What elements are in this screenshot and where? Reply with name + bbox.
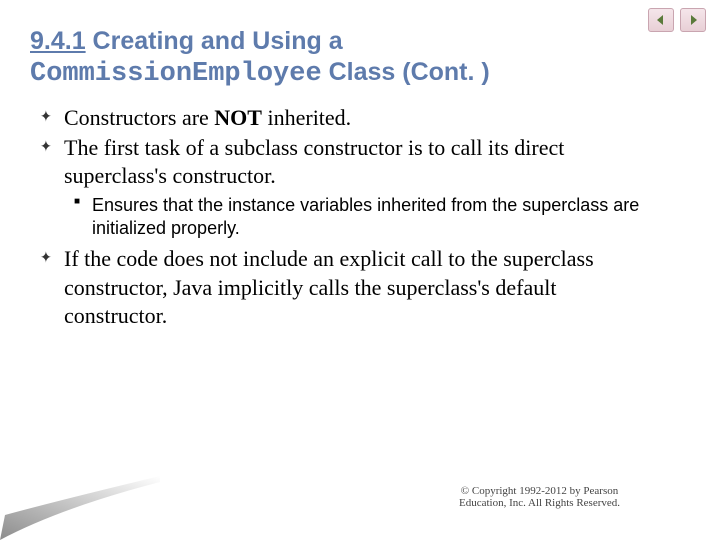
title-part2: Class (Cont. ) (322, 58, 490, 86)
corner-shadow (0, 460, 160, 540)
bullet-2-text: The first task of a subclass constructor… (64, 135, 564, 188)
sub-bullet-1: Ensures that the instance variables inhe… (40, 194, 660, 239)
sub-bullet-1-text: Ensures that the instance variables inhe… (92, 195, 639, 238)
arrow-left-icon (655, 14, 667, 26)
bullet-1-text-c: inherited. (262, 105, 351, 130)
arrow-right-icon (687, 14, 699, 26)
prev-button[interactable] (648, 8, 674, 32)
title-section: 9.4.1 (30, 27, 86, 55)
title-class-name: CommissionEmployee (30, 59, 322, 89)
slide-title: 9.4.1 Creating and Using a CommissionEmp… (30, 26, 490, 92)
slide-content: Constructors are NOT inherited. The firs… (40, 104, 660, 332)
copyright-line1: © Copyright 1992-2012 by Pearson (461, 485, 618, 497)
bullet-1-text-b: NOT (214, 105, 262, 130)
copyright: © Copyright 1992-2012 by Pearson Educati… (459, 485, 620, 510)
bullet-1: Constructors are NOT inherited. (40, 104, 660, 132)
bullet-3-text: If the code does not include an explicit… (64, 246, 594, 327)
bullet-1-text-a: Constructors are (64, 105, 214, 130)
nav-controls (648, 8, 706, 32)
title-part1: Creating and Using a (86, 27, 343, 55)
bullet-3: If the code does not include an explicit… (40, 245, 660, 329)
bullet-2: The first task of a subclass constructor… (40, 134, 660, 190)
next-button[interactable] (680, 8, 706, 32)
copyright-line2: Education, Inc. All Rights Reserved. (459, 497, 620, 509)
